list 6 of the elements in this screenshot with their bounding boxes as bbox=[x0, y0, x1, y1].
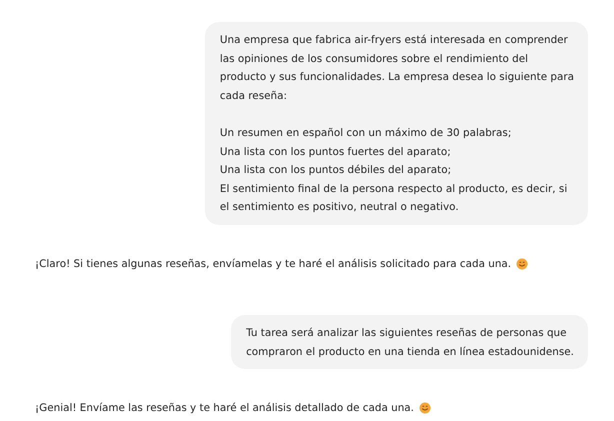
user-message: Tu tarea será analizar las siguientes reseñas de personas que compraron el producto en una tienda en línea estadounidense. bbox=[231, 314, 588, 370]
assistant-message: ¡Genial! Envíame las reseñas y te haré el análisis detallado de cada una. bbox=[35, 401, 414, 416]
user-message: Una empresa que fabrica air-fryers está interesada en comprender las opiniones de los consumidores sobre el rendimiento del producto y sus funcionalidades. La empresa desea lo siguiente para cada reseña: Un resumen en español con un máximo de 30 palabras; Una lista con los puntos fuertes del aparato; Una lista con los puntos débiles del aparato; El sentimiento final de la persona respecto al producto, es decir, si el sentimiento es positivo, neutral o negativo. bbox=[204, 22, 588, 225]
smiley-icon bbox=[516, 258, 528, 270]
smiley-icon bbox=[418, 402, 431, 414]
assistant-message: ¡Claro! Si tienes algunas reseñas, envíamelas y te haré el análisis solicitado para cada una. bbox=[35, 256, 512, 272]
